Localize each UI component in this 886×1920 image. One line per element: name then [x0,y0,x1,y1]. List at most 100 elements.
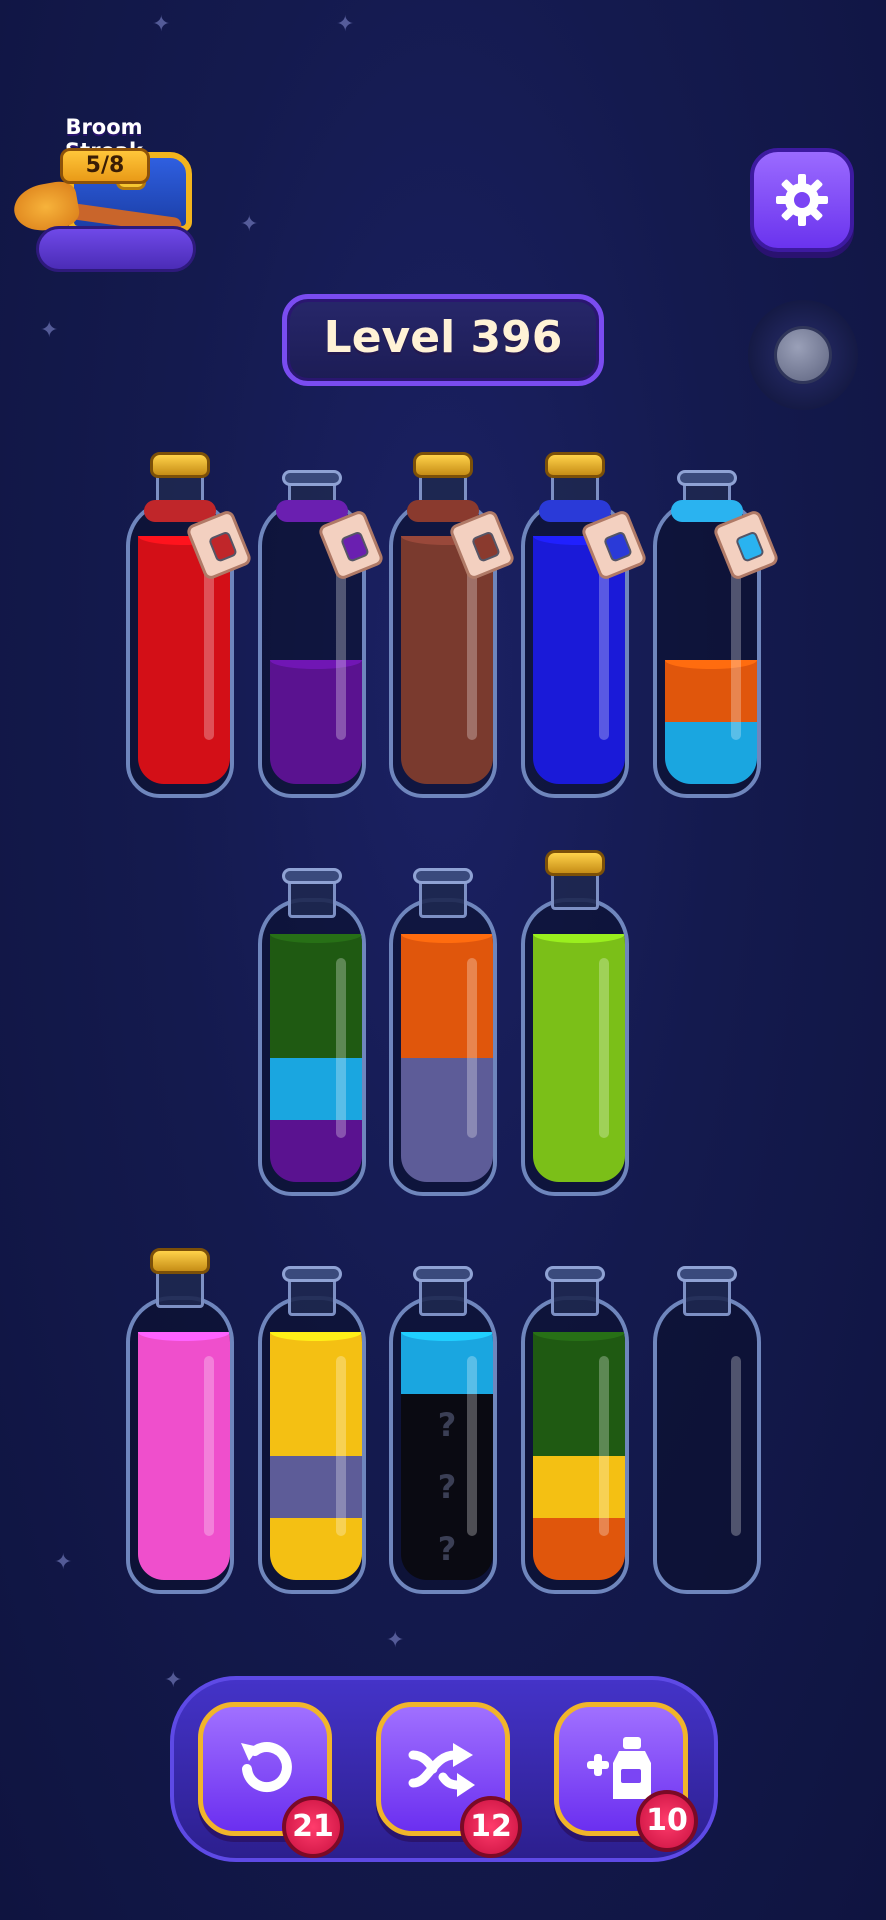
hidden-layer-mark: ? [437,1406,457,1444]
liquid-layer-lime [533,996,625,1058]
glass-shine [467,560,477,740]
liquid-layer-yellow [533,1456,625,1518]
liquid-layer-darkgreen [533,1332,625,1394]
liquid-layer-orange [665,660,757,722]
undo-icon [241,1742,292,1793]
liquid-layer-brown [401,660,493,722]
star-decoration: ✦ [54,1550,73,1575]
bottle-glass: ??? [389,1296,497,1594]
bottle[interactable] [126,452,254,800]
gear-icon [776,174,828,226]
liquid-layer-purple [270,1120,362,1182]
liquid-layer-brown [401,722,493,784]
liquid-layer-orange [533,1518,625,1580]
star-decoration: ✦ [386,1628,405,1653]
bottle-rim [677,1266,737,1282]
bottle[interactable] [389,452,517,800]
liquid-layer-pink [138,1332,230,1394]
glass-shine [731,1356,741,1536]
liquid-layer-blue [533,722,625,784]
bottle-glass [258,898,366,1196]
bottle-glass [521,898,629,1196]
bottle[interactable] [521,850,629,1198]
vial-icon [734,530,765,563]
bottle[interactable] [258,858,366,1198]
bottle[interactable] [521,452,649,800]
cork-icon [545,850,605,876]
liquid-layer-pink [138,1456,230,1518]
liquid-layer-blue [533,598,625,660]
liquid-layer-red [138,598,230,660]
liquid-layer-lime [533,934,625,996]
liquid-layer-yellow [270,1332,362,1394]
bottle[interactable] [126,1248,234,1596]
add-bottle-count-badge: 10 [636,1790,698,1852]
undo-count-badge: 21 [282,1796,344,1858]
bottle[interactable]: ??? [389,1256,497,1596]
bottle-rim [413,868,473,884]
liquid-layer-orange [401,934,493,996]
glass-shine [467,1356,477,1536]
liquid-layer-cyan [270,1058,362,1120]
glass-shine [336,560,346,740]
bottle[interactable] [258,460,386,800]
bottle-rim [413,1266,473,1282]
glass-shine [204,560,214,740]
bottle[interactable] [389,858,497,1198]
glass-shine [731,560,741,740]
glass-shine [336,958,346,1138]
liquid-layer-cyan [401,1332,493,1394]
star-decoration: ✦ [164,1668,183,1693]
bottle-rim [282,868,342,884]
star-decoration: ✦ [40,318,59,343]
bottle-liquid [138,1332,230,1580]
star-decoration: ✦ [336,12,355,37]
bottle-glass [521,1296,629,1594]
hidden-layer-mark: ? [437,1530,457,1568]
liquid-layer-darkgreen [533,1394,625,1456]
level-label: Level 396 [323,312,563,363]
bottle-liquid [533,1332,625,1580]
liquid-layer-pink [138,1518,230,1580]
bottle-glass [258,1296,366,1594]
liquid-layer-slate [401,1120,493,1182]
cork-icon [545,452,605,478]
streak-plate [36,226,196,272]
round-toggle-knob [774,326,832,384]
star-decoration: ✦ [240,212,259,237]
glass-shine [599,958,609,1138]
liquid-layer-pink [138,1394,230,1456]
bottle-rim [545,1266,605,1282]
hidden-layer-mark: ? [437,1468,457,1506]
bottle-liquid [401,934,493,1182]
liquid-layer-red [138,660,230,722]
bottle-rim [677,470,737,486]
bottle[interactable] [653,1256,761,1596]
glass-shine [204,1356,214,1536]
bottle[interactable] [653,460,781,800]
settings-button[interactable] [750,148,854,252]
bottle-glass [653,1296,761,1594]
liquid-layer-brown [401,598,493,660]
bottle[interactable] [258,1256,366,1596]
bottle-liquid [270,934,362,1182]
liquid-layer-red [138,722,230,784]
liquid-layer-lime [533,1058,625,1120]
cork-icon [150,1248,210,1274]
vial-icon [207,530,238,563]
cork-icon [413,452,473,478]
bottle[interactable] [521,1256,629,1596]
vial-icon [470,530,501,563]
bottle-liquid [665,660,757,784]
liquid-layer-orange [401,996,493,1058]
vial-icon [602,530,633,563]
liquid-layer-purple [270,722,362,784]
glass-shine [599,560,609,740]
liquid-layer-yellow [270,1394,362,1456]
bottle-liquid: ??? [401,1332,493,1580]
streak-progress: 5/8 [60,148,150,184]
liquid-layer-darkgreen [270,996,362,1058]
liquid-layer-blue [533,660,625,722]
bottle-glass [126,1296,234,1594]
liquid-layer-darkgreen [270,934,362,996]
